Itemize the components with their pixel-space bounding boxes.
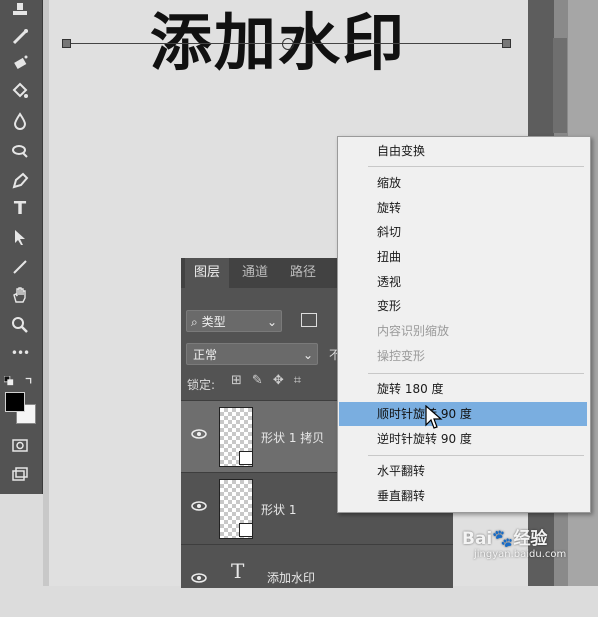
menu-item-distort[interactable]: 扭曲 bbox=[339, 245, 587, 269]
lock-label: 锁定: bbox=[187, 378, 216, 392]
menu-item-free-transform[interactable]: 自由变换 bbox=[339, 139, 587, 163]
layer-name[interactable]: 添加水印 bbox=[267, 569, 315, 586]
baidu-brand-suffix: 经验 bbox=[513, 529, 548, 549]
tools-panel: T ••• bbox=[0, 0, 43, 494]
type-icon[interactable]: T bbox=[8, 198, 32, 220]
eye-icon[interactable] bbox=[191, 500, 207, 512]
layer-row[interactable]: T 添加水印 bbox=[181, 544, 453, 617]
menu-item-rotate[interactable]: 旋转 bbox=[339, 196, 587, 220]
tab-channels[interactable]: 通道 bbox=[233, 258, 277, 288]
shape-layer-badge-icon bbox=[239, 523, 253, 537]
more-tools-icon[interactable]: ••• bbox=[8, 342, 32, 364]
path-selection-icon[interactable] bbox=[8, 226, 32, 248]
tab-layers[interactable]: 图层 bbox=[185, 258, 230, 288]
zoom-icon[interactable] bbox=[8, 314, 32, 336]
default-colors-icon[interactable] bbox=[2, 370, 16, 392]
layer-filter-select[interactable]: ⌕ 类型 ⌄ bbox=[186, 310, 282, 332]
magic-eraser-icon[interactable] bbox=[8, 52, 32, 74]
layer-filter-label: 类型 bbox=[201, 315, 226, 329]
foreground-color-swatch[interactable] bbox=[5, 392, 25, 412]
eye-icon[interactable] bbox=[191, 428, 207, 440]
text-layer-icon: T bbox=[231, 559, 245, 583]
lock-transparency-icon[interactable]: ⊞ bbox=[231, 373, 242, 388]
blend-mode-label: 正常 bbox=[193, 348, 218, 362]
menu-item-flip-vertical[interactable]: 垂直翻转 bbox=[339, 484, 587, 508]
menu-item-content-aware-scale: 内容识别缩放 bbox=[377, 324, 450, 338]
blend-mode-select[interactable]: 正常 ⌄ bbox=[186, 343, 318, 365]
lock-artboard-icon[interactable]: ⌗ bbox=[294, 373, 301, 388]
transform-handle-left[interactable] bbox=[62, 39, 71, 48]
transform-handle-right[interactable] bbox=[502, 39, 511, 48]
line-icon[interactable] bbox=[8, 256, 32, 278]
baidu-brand: Bai bbox=[462, 529, 493, 549]
swap-colors-icon[interactable] bbox=[22, 370, 36, 392]
paint-bucket-icon[interactable] bbox=[8, 80, 32, 102]
healing-brush-icon[interactable] bbox=[8, 26, 32, 48]
layer-name[interactable]: 形状 1 bbox=[261, 501, 296, 518]
menu-item-rotate-90-ccw[interactable]: 逆时针旋转 90 度 bbox=[339, 427, 587, 451]
search-icon: ⌕ bbox=[191, 315, 198, 329]
menu-item-rotate-180[interactable]: 旋转 180 度 bbox=[339, 377, 587, 401]
eye-icon[interactable] bbox=[191, 572, 207, 584]
stamp-icon[interactable] bbox=[8, 0, 32, 22]
pen-icon[interactable] bbox=[8, 170, 32, 192]
lock-icons: ⊞ ✎ ✥ ⌗ bbox=[231, 373, 301, 388]
chevron-down-icon: ⌄ bbox=[266, 315, 277, 329]
image-filter-icon[interactable] bbox=[301, 313, 317, 327]
blur-icon[interactable] bbox=[8, 110, 32, 132]
transform-context-menu: 自由变换 缩放 旋转 斜切 扭曲 透视 变形 内容识别缩放 操控变形 旋转 18… bbox=[337, 136, 591, 513]
dodge-icon[interactable] bbox=[8, 140, 32, 162]
shape-layer-badge-icon bbox=[239, 451, 253, 465]
tab-paths[interactable]: 路径 bbox=[281, 258, 325, 288]
transform-center-point[interactable] bbox=[282, 38, 294, 50]
menu-separator bbox=[368, 166, 584, 167]
baidu-logo: Bai🐾经验 bbox=[462, 524, 547, 549]
lock-brush-icon[interactable]: ✎ bbox=[252, 373, 263, 388]
chevron-down-icon: ⌄ bbox=[302, 348, 313, 362]
menu-item-scale[interactable]: 缩放 bbox=[339, 171, 587, 195]
baidu-url: jingyan.baidu.com bbox=[474, 549, 567, 560]
menu-item-puppet-warp: 操控变形 bbox=[377, 349, 426, 363]
quick-mask-icon[interactable] bbox=[8, 434, 32, 456]
menu-item-rotate-90-cw[interactable]: 顺时针旋转 90 度 bbox=[339, 402, 587, 426]
paw-icon: 🐾 bbox=[492, 529, 514, 549]
menu-item-skew[interactable]: 斜切 bbox=[339, 220, 587, 244]
lock-position-icon[interactable]: ✥ bbox=[273, 373, 284, 388]
vertical-scrollbar-thumb[interactable] bbox=[553, 38, 567, 133]
layer-name[interactable]: 形状 1 拷贝 bbox=[261, 429, 324, 446]
menu-item-flip-horizontal[interactable]: 水平翻转 bbox=[339, 459, 587, 483]
canvas-title-text: 添加水印 bbox=[150, 6, 407, 79]
menu-item-warp[interactable]: 变形 bbox=[339, 294, 587, 318]
menu-item-perspective[interactable]: 透视 bbox=[339, 270, 587, 294]
menu-separator bbox=[368, 373, 584, 374]
canvas-edge bbox=[43, 0, 49, 586]
screen-mode-icon[interactable] bbox=[8, 464, 32, 486]
mouse-cursor-icon bbox=[425, 405, 443, 429]
menu-separator bbox=[368, 455, 584, 456]
hand-icon[interactable] bbox=[8, 284, 32, 306]
